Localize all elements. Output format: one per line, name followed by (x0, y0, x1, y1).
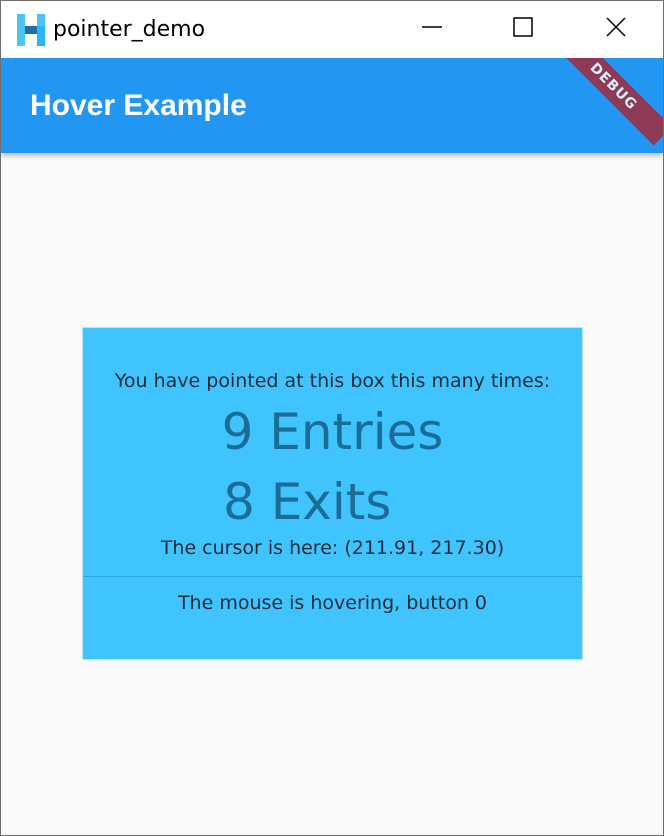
title-bar[interactable]: pointer_demo (1, 1, 663, 58)
window-title: pointer_demo (53, 17, 206, 42)
exits-count: 8 Exits (223, 473, 392, 531)
minimize-icon (421, 16, 443, 43)
close-button[interactable] (570, 1, 662, 58)
hover-status: The mouse is hovering, button 0 (177, 592, 488, 614)
cursor-position: The cursor is here: (211.91, 217.30) (160, 537, 505, 559)
intro-text: You have pointed at this box this many t… (114, 370, 551, 392)
divider (83, 576, 582, 577)
app-bar: Hover Example DEBUG (1, 58, 663, 153)
close-icon (605, 16, 627, 43)
app-window: pointer_demo Hover Example DEBUG You hav… (0, 0, 664, 836)
maximize-button[interactable] (477, 1, 569, 58)
flutter-h-icon (17, 14, 47, 46)
minimize-button[interactable] (386, 1, 478, 58)
page-title: Hover Example (30, 89, 247, 122)
debug-banner: DEBUG (554, 58, 663, 146)
hover-region[interactable]: You have pointed at this box this many t… (82, 327, 583, 660)
entries-count: 9 Entries (221, 403, 444, 461)
maximize-icon (512, 16, 534, 43)
